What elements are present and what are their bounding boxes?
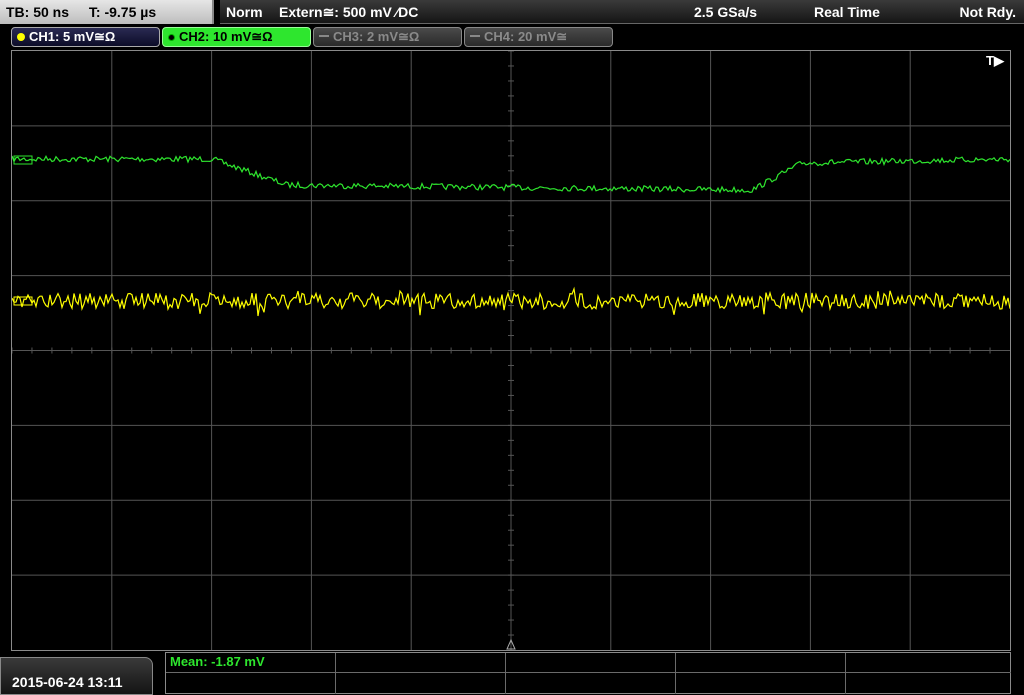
channel-4-off-icon bbox=[470, 35, 480, 37]
waveform-display[interactable]: T▶ bbox=[11, 50, 1011, 651]
measurement-cell bbox=[336, 653, 506, 673]
timebase-value: TB: 50 ns bbox=[6, 4, 70, 20]
trigger-source: Extern≅: 500 mV ⁄DC bbox=[279, 4, 419, 20]
channel-1-dot-icon bbox=[17, 33, 25, 41]
measurement-cell bbox=[676, 673, 846, 694]
acquisition-status[interactable]: Norm Extern≅: 500 mV ⁄DC 2.5 GSa/s Real … bbox=[220, 0, 1024, 24]
channel-4-label: CH4: 20 mV≅ bbox=[484, 29, 568, 44]
trigger-position-value: T: -9.75 µs bbox=[88, 4, 157, 20]
channel-3-tab[interactable]: CH3: 2 mV≅Ω bbox=[313, 27, 462, 47]
ready-status: Not Rdy. bbox=[959, 4, 1016, 20]
measurement-cell bbox=[506, 673, 676, 694]
channel-1-tab[interactable]: CH1: 5 mV≅Ω bbox=[11, 27, 160, 47]
measurement-cell bbox=[676, 653, 846, 673]
measurement-panel[interactable]: Mean: -1.87 mV bbox=[165, 652, 1011, 694]
waveform-svg bbox=[12, 51, 1010, 650]
channel-3-off-icon bbox=[319, 35, 329, 37]
channel-4-tab[interactable]: CH4: 20 mV≅ bbox=[464, 27, 613, 47]
top-status-bar: TB: 50 ns T: -9.75 µs Norm Extern≅: 500 … bbox=[0, 0, 1024, 26]
measurement-cell bbox=[846, 653, 1011, 673]
trigger-position-icon: T▶ bbox=[986, 53, 1004, 68]
sample-rate: 2.5 GSa/s bbox=[694, 4, 758, 20]
channel-1-label: CH1: 5 mV≅Ω bbox=[29, 29, 116, 44]
channel-2-tab[interactable]: CH2: 10 mV≅Ω bbox=[162, 27, 311, 47]
measurement-cell bbox=[336, 673, 506, 694]
timebase-box[interactable]: TB: 50 ns T: -9.75 µs bbox=[0, 0, 214, 24]
measurement-cell bbox=[166, 673, 336, 694]
date-time: 2015-06-24 13:11 bbox=[0, 657, 153, 695]
trigger-mode: Norm bbox=[226, 4, 263, 20]
measurement-cell bbox=[506, 653, 676, 673]
acquisition-mode: Real Time bbox=[814, 4, 880, 20]
mean-measurement: Mean: -1.87 mV bbox=[170, 654, 265, 669]
channel-3-label: CH3: 2 mV≅Ω bbox=[333, 29, 420, 44]
channel-2-label: CH2: 10 mV≅Ω bbox=[179, 29, 273, 44]
channel-2-dot-icon bbox=[168, 34, 175, 41]
graticule bbox=[12, 51, 1010, 650]
